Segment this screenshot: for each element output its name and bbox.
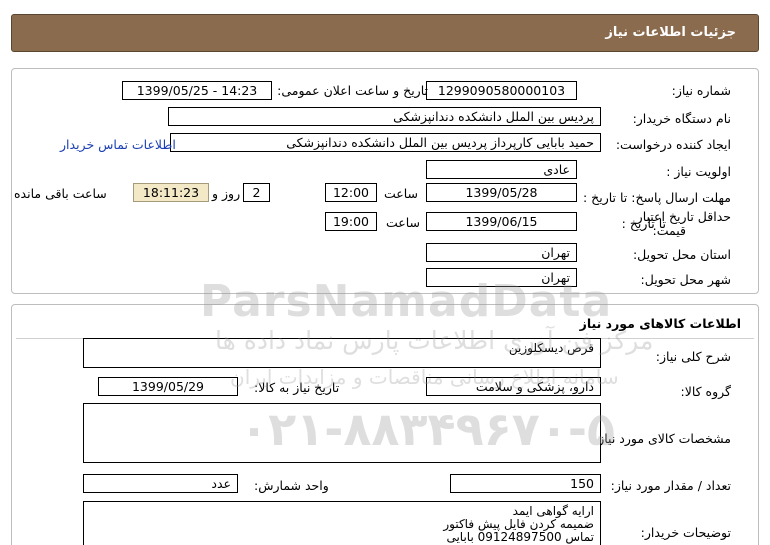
general-desc-label: شرح کلی نیاز: [655, 349, 731, 364]
priority-label: اولویت نیاز : [666, 164, 731, 179]
need-date-label: تاریخ نیاز به کالا: [254, 380, 340, 395]
qty-field: 150 [450, 474, 601, 493]
buyer-contact-link[interactable]: اطلاعات تماس خریدار [60, 137, 176, 152]
announce-datetime-label: تاریخ و ساعت اعلان عمومی: [277, 83, 428, 98]
validity-until-label: تا تاریخ : [621, 216, 666, 231]
time-remaining-label: ساعت باقی مانده [14, 186, 107, 201]
page-title: جزئیات اطلاعات نیاز [605, 25, 736, 40]
buyer-org-field: پردیس بین الملل دانشکده دندانپزشکی [168, 107, 601, 126]
province-label: استان محل تحویل: [632, 247, 731, 262]
buyer-org-label: نام دستگاه خریدار: [632, 111, 731, 126]
unit-field: عدد [83, 474, 238, 493]
buyer-notes-field: ارایه گواهی ایمد ضمیمه کردن فایل پیش فاک… [83, 501, 601, 545]
goods-section-title: اطلاعات کالاهای مورد نیاز [579, 316, 741, 331]
need-number-field: 1299090580000103 [426, 81, 577, 100]
need-info-panel: شماره نیاز: 1299090580000103 تاریخ و ساع… [11, 68, 759, 294]
need-number-label: شماره نیاز: [671, 83, 731, 98]
creator-label: ایجاد کننده درخواست: [615, 137, 731, 152]
reply-time-field: 12:00 [325, 183, 377, 202]
creator-field: حمید بابایی کارپرداز پردیس بین الملل دان… [170, 133, 601, 152]
goods-info-panel: اطلاعات کالاهای مورد نیاز شرح کلی نیاز: … [11, 304, 759, 545]
goods-group-field: دارو، پزشکی و سلامت [426, 377, 601, 396]
unit-label: واحد شمارش: [254, 478, 329, 493]
reply-date-field: 1399/05/28 [426, 183, 577, 202]
time-remaining-field: 18:11:23 [133, 183, 209, 202]
page-header: جزئیات اطلاعات نیاز [11, 14, 759, 52]
validity-date-field: 1399/06/15 [426, 212, 577, 231]
general-desc-text: قرص دیسکلوزین [508, 341, 594, 355]
province-field: تهران [426, 243, 577, 262]
buyer-note-line: تماس 09124897500 بابایی [446, 530, 594, 544]
reply-deadline-label: مهلت ارسال پاسخ: تا تاریخ : [582, 190, 731, 205]
city-field: تهران [426, 268, 577, 287]
need-date-field: 1399/05/29 [98, 377, 238, 396]
validity-time-field: 19:00 [325, 212, 377, 231]
priority-field: عادی [426, 160, 577, 179]
days-remaining-field: 2 [243, 183, 270, 202]
qty-label: تعداد / مقدار مورد نیاز: [610, 478, 731, 493]
days-label: روز و [212, 186, 241, 201]
buyer-notes-label: توضیحات خریدار: [640, 525, 731, 540]
goods-group-label: گروه کالا: [680, 384, 731, 399]
validity-time-label: ساعت [386, 215, 421, 230]
reply-time-label: ساعت [384, 186, 419, 201]
specs-label: مشخصات کالای مورد نیاز: [594, 431, 731, 446]
specs-field [83, 403, 601, 463]
city-label: شهر محل تحویل: [640, 272, 731, 287]
general-desc-field: قرص دیسکلوزین [83, 338, 601, 368]
announce-datetime-field: 1399/05/25 - 14:23 [122, 81, 272, 100]
